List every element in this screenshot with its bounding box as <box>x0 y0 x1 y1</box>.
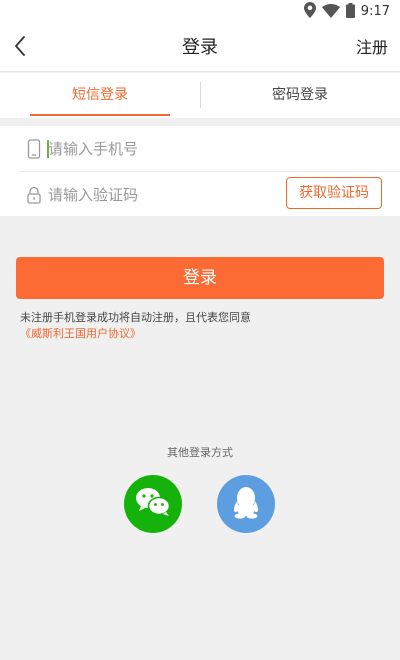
wechat-login-button[interactable] <box>124 475 182 533</box>
status-icons: 9:17 <box>303 2 390 22</box>
wifi-icon <box>321 3 340 22</box>
get-code-button[interactable]: 获取验证码 <box>286 177 382 209</box>
tab-password-login[interactable]: 密码登录 <box>228 73 372 118</box>
tab-active-indicator <box>30 114 170 116</box>
battery-icon <box>345 2 355 22</box>
page-title: 登录 <box>182 37 218 58</box>
qq-login-button[interactable] <box>217 475 275 533</box>
qq-icon <box>231 485 261 523</box>
status-bar: 9:17 <box>0 0 400 24</box>
agreement-text: 未注册手机登录成功将自动注册，且代表您同意 <box>20 311 251 324</box>
verification-code-input[interactable] <box>48 180 278 210</box>
login-tabs: 短信登录 密码登录 <box>0 73 400 118</box>
location-icon <box>303 2 316 22</box>
status-time: 9:17 <box>360 4 390 19</box>
login-form: 获取验证码 <box>0 126 400 216</box>
navbar: 登录 注册 <box>0 24 400 72</box>
lock-icon <box>24 185 44 205</box>
phone-icon <box>24 139 44 159</box>
user-agreement-link[interactable]: 《威斯利王国用户协议》 <box>20 326 141 341</box>
tab-divider <box>200 82 201 108</box>
code-field-row: 获取验证码 <box>0 172 400 217</box>
register-button[interactable]: 注册 <box>356 24 388 72</box>
login-button[interactable]: 登录 <box>16 257 384 299</box>
phone-field-row <box>0 126 400 172</box>
other-login-title: 其他登录方式 <box>167 446 233 459</box>
tab-password-label: 密码登录 <box>272 87 328 103</box>
tab-sms-label: 短信登录 <box>72 87 128 103</box>
tab-sms-login[interactable]: 短信登录 <box>30 73 170 118</box>
wechat-icon <box>135 487 171 521</box>
phone-input[interactable] <box>48 134 278 164</box>
